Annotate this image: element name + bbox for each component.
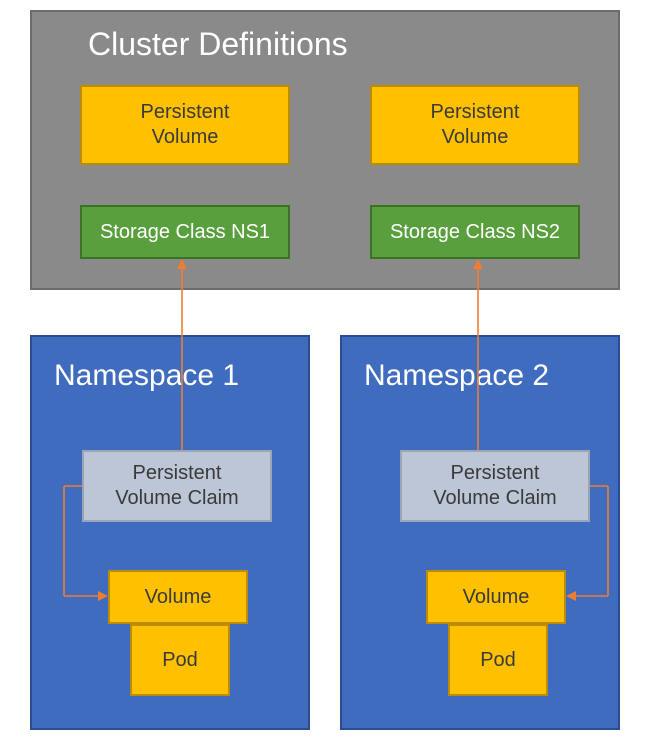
- pod2-label: Pod: [480, 649, 516, 672]
- pvc-1: PersistentVolume Claim: [82, 450, 272, 522]
- pvc2-label: PersistentVolume Claim: [433, 461, 556, 511]
- pvc-2: PersistentVolume Claim: [400, 450, 590, 522]
- pod1-label: Pod: [162, 649, 198, 672]
- pod-1: Pod: [130, 624, 230, 696]
- ns2-title: Namespace 2: [364, 359, 549, 393]
- sc2-label: Storage Class NS2: [390, 221, 560, 244]
- ns1-title: Namespace 1: [54, 359, 239, 393]
- cluster-title: Cluster Definitions: [88, 26, 348, 63]
- volume-2: Volume: [426, 570, 566, 624]
- pv1-label: PersistentVolume: [141, 100, 230, 150]
- vol2-label: Volume: [463, 586, 530, 609]
- volume-1: Volume: [108, 570, 248, 624]
- sc1-label: Storage Class NS1: [100, 221, 270, 244]
- pv2-label: PersistentVolume: [431, 100, 520, 150]
- pod-2: Pod: [448, 624, 548, 696]
- persistent-volume-2: PersistentVolume: [370, 85, 580, 165]
- vol1-label: Volume: [145, 586, 212, 609]
- pvc1-label: PersistentVolume Claim: [115, 461, 238, 511]
- storage-class-ns1: Storage Class NS1: [80, 205, 290, 259]
- persistent-volume-1: PersistentVolume: [80, 85, 290, 165]
- storage-class-ns2: Storage Class NS2: [370, 205, 580, 259]
